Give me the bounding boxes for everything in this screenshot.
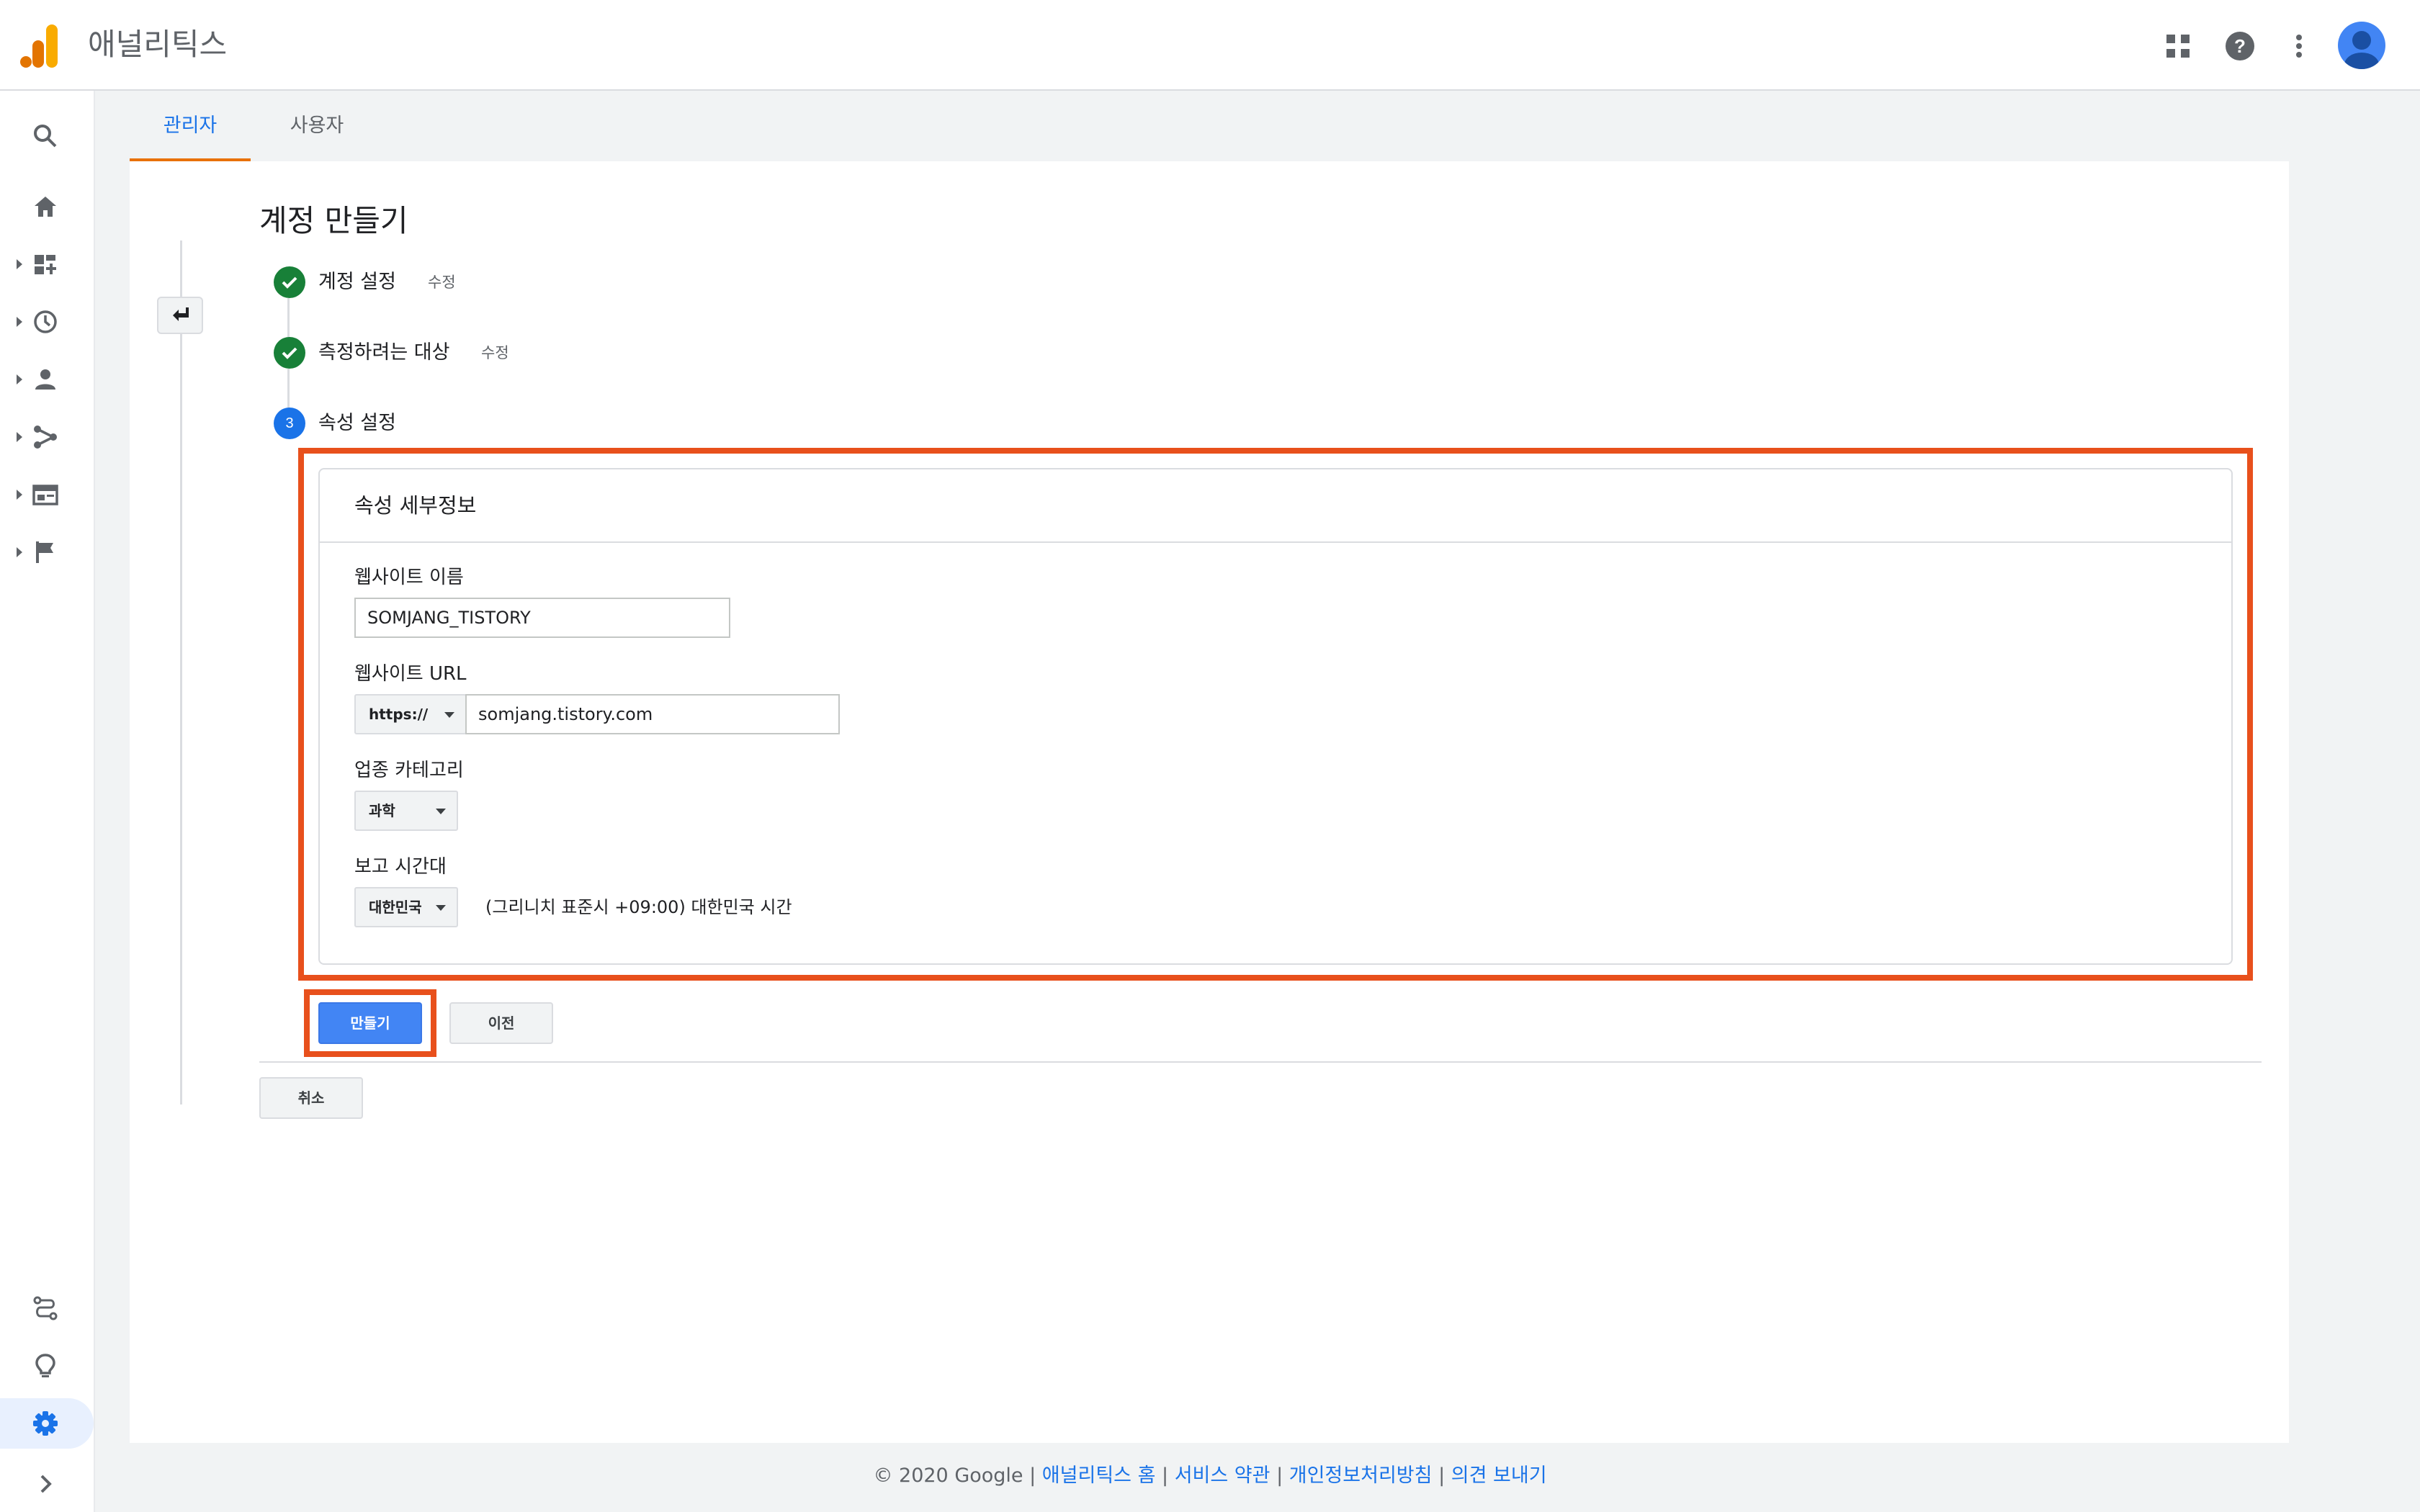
rail-search[interactable] xyxy=(0,111,95,161)
caret-right-icon xyxy=(16,374,23,385)
footer-separator: | xyxy=(1432,1464,1451,1487)
conversions-flag-icon xyxy=(32,539,59,566)
app-title: 애널리틱스 xyxy=(88,27,228,62)
attribution-icon xyxy=(32,1295,59,1322)
apps-grid-icon[interactable] xyxy=(2159,27,2197,65)
divider xyxy=(259,1061,2262,1063)
footer-copyright: © 2020 Google xyxy=(873,1464,1023,1487)
reporting-timezone-label: 보고 시간대 xyxy=(354,856,447,878)
footer-separator: | xyxy=(1155,1464,1175,1487)
panel-title: 속성 세부정보 xyxy=(354,493,477,518)
rail-customization[interactable] xyxy=(0,239,95,289)
back-arrow-icon xyxy=(173,307,189,321)
footer: © 2020 Google | 애널리틱스 홈 | 서비스 약관 | 개인정보처… xyxy=(0,1456,2420,1496)
rail-behavior[interactable] xyxy=(0,469,95,520)
step-connector xyxy=(287,298,290,341)
back-rail-line xyxy=(180,240,182,1104)
panel-header: 속성 세부정보 xyxy=(320,469,2231,543)
search-icon xyxy=(32,122,59,150)
tab-admin[interactable]: 관리자 xyxy=(130,91,251,161)
customization-icon xyxy=(32,251,59,278)
cancel-button[interactable]: 취소 xyxy=(259,1077,363,1119)
step-complete-check-icon xyxy=(274,337,305,369)
footer-link-feedback[interactable]: 의견 보내기 xyxy=(1451,1464,1547,1487)
timezone-country-dropdown[interactable]: 대한민국 xyxy=(354,887,458,927)
industry-category-value: 과학 xyxy=(369,802,395,819)
tab-user[interactable]: 사용자 xyxy=(256,91,377,161)
rail-attribution[interactable] xyxy=(0,1283,95,1333)
previous-button[interactable]: 이전 xyxy=(449,1002,553,1044)
chevron-down-icon xyxy=(444,712,454,718)
page-title: 계정 만들기 xyxy=(259,203,408,238)
step-connector xyxy=(287,369,290,410)
rail-discover[interactable] xyxy=(0,1341,95,1391)
rail-acquisition[interactable] xyxy=(0,412,95,462)
svg-text:?: ? xyxy=(2234,35,2246,57)
back-button[interactable] xyxy=(157,297,203,334)
caret-right-icon xyxy=(16,431,23,443)
step-complete-check-icon xyxy=(274,266,305,298)
step-number-badge: 3 xyxy=(274,408,305,439)
home-icon xyxy=(32,193,59,220)
footer-separator: | xyxy=(1023,1464,1042,1487)
help-icon[interactable]: ? xyxy=(2221,27,2259,65)
website-url-input[interactable]: somjang.tistory.com xyxy=(465,694,840,734)
caret-right-icon xyxy=(16,546,23,558)
rail-audience[interactable] xyxy=(0,354,95,405)
footer-separator: | xyxy=(1270,1464,1289,1487)
step-edit-link[interactable]: 수정 xyxy=(428,266,456,298)
rail-realtime[interactable] xyxy=(0,297,95,347)
discover-lightbulb-icon xyxy=(32,1352,59,1380)
step-measurement-target: 측정하려는 대상 xyxy=(318,341,450,364)
account-avatar[interactable] xyxy=(2338,22,2385,69)
rail-conversions[interactable] xyxy=(0,527,95,577)
audience-person-icon xyxy=(32,366,59,393)
caret-right-icon xyxy=(16,316,23,328)
acquisition-icon xyxy=(32,423,59,451)
rail-admin[interactable] xyxy=(0,1398,94,1449)
website-name-input[interactable]: SOMJANG_TISTORY xyxy=(354,598,730,638)
chevron-down-icon xyxy=(436,809,446,814)
chevron-down-icon xyxy=(436,905,446,911)
create-button[interactable]: 만들기 xyxy=(318,1002,422,1044)
rail-home[interactable] xyxy=(0,181,95,232)
protocol-dropdown[interactable]: https:// xyxy=(354,694,467,734)
property-details-panel: 속성 세부정보 웹사이트 이름 SOMJANG_TISTORY 웹사이트 URL… xyxy=(318,468,2233,965)
step-edit-link[interactable]: 수정 xyxy=(481,337,509,369)
footer-link-terms[interactable]: 서비스 약관 xyxy=(1175,1464,1270,1487)
timezone-value[interactable]: (그리니치 표준시 +09:00) 대한민국 시간 xyxy=(485,887,792,927)
top-app-bar: 애널리틱스 ? xyxy=(0,0,2420,91)
step-account-settings: 계정 설정 xyxy=(318,271,396,293)
admin-gear-icon xyxy=(32,1410,59,1437)
footer-link-privacy[interactable]: 개인정보처리방침 xyxy=(1289,1464,1433,1487)
website-url-label: 웹사이트 URL xyxy=(354,663,467,685)
left-navigation-rail xyxy=(0,91,95,1512)
caret-right-icon xyxy=(16,489,23,500)
website-name-label: 웹사이트 이름 xyxy=(354,567,464,588)
behavior-icon xyxy=(32,481,59,508)
timezone-country-value: 대한민국 xyxy=(369,899,422,916)
create-account-card: 계정 만들기 계정 설정 수정 측정하려는 대상 수정 3 속성 설정 속성 세… xyxy=(130,161,2289,1443)
more-vert-icon[interactable] xyxy=(2280,27,2318,65)
protocol-value: https:// xyxy=(369,706,429,723)
caret-right-icon xyxy=(16,258,23,270)
industry-category-label: 업종 카테고리 xyxy=(354,760,464,781)
realtime-clock-icon xyxy=(32,308,59,336)
google-analytics-logo[interactable] xyxy=(20,23,60,69)
footer-link-analytics-home[interactable]: 애널리틱스 홈 xyxy=(1042,1464,1156,1487)
industry-category-dropdown[interactable]: 과학 xyxy=(354,791,458,831)
step-property-settings: 속성 설정 xyxy=(318,412,396,434)
